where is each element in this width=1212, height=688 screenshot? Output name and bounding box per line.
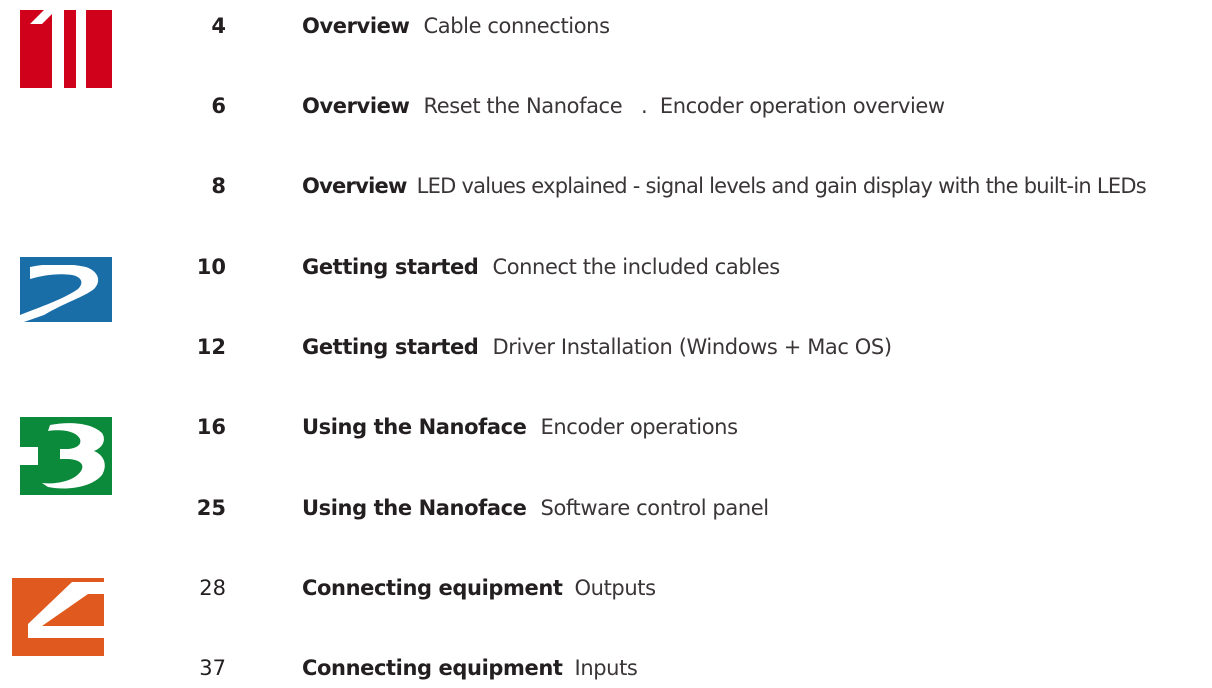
toc-page-number: 28 [199, 576, 226, 600]
toc-page-number: 37 [199, 656, 226, 680]
toc-page-number: 16 [196, 415, 226, 439]
toc-entry[interactable]: 28 Connecting equipment Outputs [0, 568, 1212, 608]
toc-entry-text: Using the Nanoface Encoder operations [302, 415, 738, 439]
toc-entry-text: Connecting equipment Outputs [302, 576, 656, 600]
toc-entry[interactable]: 12 Getting started Driver Installation (W… [0, 327, 1212, 367]
table-of-contents: 4 Overview Cable connections 6 Overview Re… [0, 0, 1212, 681]
toc-section: Getting started [302, 335, 479, 359]
toc-entry-text: Connecting equipment Inputs [302, 656, 638, 680]
toc-section: Getting started [302, 255, 479, 279]
toc-entry[interactable]: 10 Getting started Connect the included c… [0, 247, 1212, 287]
toc-entry[interactable]: 4 Overview Cable connections [0, 6, 1212, 46]
toc-section: Overview [302, 94, 410, 118]
toc-description: Driver Installation (Windows + Mac OS) [492, 335, 892, 359]
toc-entry-text: Getting started Connect the included cabl… [302, 255, 780, 279]
toc-entry-text: Overview Cable connections [302, 14, 610, 38]
toc-page-number: 12 [196, 335, 226, 359]
toc-page-number: 4 [211, 14, 226, 38]
toc-page-number: 8 [211, 174, 226, 198]
toc-description: Reset the Nanoface . Encoder operation o… [423, 94, 945, 118]
toc-entry-text: Using the Nanoface Software control panel [302, 496, 769, 520]
toc-page-number: 6 [211, 94, 226, 118]
toc-entry[interactable]: 25 Using the Nanoface Software control pa… [0, 488, 1212, 528]
toc-page-number: 10 [196, 255, 226, 279]
toc-entry[interactable]: 6 Overview Reset the Nanoface . Encoder o… [0, 86, 1212, 126]
toc-description: Encoder operations [540, 415, 739, 439]
toc-entry-text: Overview Reset the Nanoface . Encoder ope… [302, 94, 945, 118]
toc-section: Overview [302, 14, 410, 38]
toc-description: LED values explained - signal levels and… [416, 174, 1147, 198]
toc-section: Overview [302, 174, 407, 198]
toc-section: Connecting equipment [302, 656, 563, 680]
toc-description: Connect the included cables [492, 255, 780, 279]
toc-entry[interactable]: 16 Using the Nanoface Encoder operations [0, 407, 1212, 447]
toc-page-number: 25 [196, 496, 226, 520]
toc-description: Inputs [574, 656, 638, 680]
toc-description: Outputs [574, 576, 656, 600]
toc-entry[interactable]: 37 Connecting equipment Inputs [0, 648, 1212, 688]
toc-entry[interactable]: 8 Overview LED values explained - signal … [0, 166, 1212, 206]
toc-description: Cable connections [423, 14, 610, 38]
toc-entry-text: Overview LED values explained - signal le… [302, 174, 1147, 198]
toc-section: Using the Nanoface [302, 415, 527, 439]
toc-description: Software control panel [540, 496, 770, 520]
toc-section: Using the Nanoface [302, 496, 527, 520]
toc-section: Connecting equipment [302, 576, 563, 600]
toc-entry-text: Getting started Driver Installation (Wind… [302, 335, 892, 359]
